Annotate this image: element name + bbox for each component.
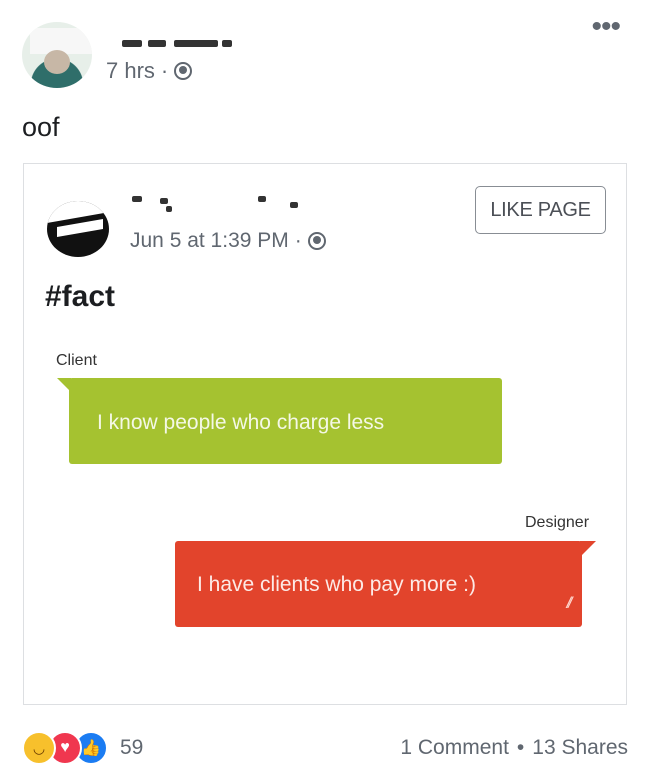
globe-icon (307, 232, 326, 250)
comment-count[interactable]: 1 Comment (400, 736, 509, 760)
designer-label: Designer (525, 514, 590, 531)
meta-separator: · (160, 58, 169, 83)
client-message-bubble: I know people who charge less (57, 378, 502, 464)
post-time[interactable]: 7 hrs (106, 58, 155, 84)
shared-timestamp[interactable]: Jun 5 at 1:39 PM (130, 229, 289, 253)
hashtag-link[interactable]: #fact (45, 280, 115, 314)
globe-icon (174, 62, 193, 80)
more-dots-icon[interactable]: ••• (591, 12, 620, 42)
shared-meta: Jun 5 at 1:39 PM · (130, 229, 326, 253)
poster-avatar[interactable] (22, 22, 92, 88)
separator-dot: • (516, 736, 525, 759)
client-label: Client (56, 352, 97, 369)
page-name-redacted[interactable] (130, 188, 300, 216)
client-message-text: I know people who charge less (97, 411, 385, 434)
poster-name-redacted[interactable] (118, 18, 238, 47)
reactions-summary[interactable]: ◡ ♥ 👍 (22, 731, 108, 765)
post-text: oof (22, 112, 60, 142)
haha-icon: ◡ (22, 731, 56, 765)
meta-separator: · (294, 229, 302, 252)
post-meta: 7 hrs · (106, 58, 193, 84)
page-avatar[interactable] (47, 201, 109, 257)
engagement-counts: 1 Comment • 13 Shares (400, 736, 628, 760)
card-divider (23, 704, 627, 705)
share-count[interactable]: 13 Shares (532, 736, 628, 760)
reaction-count[interactable]: 59 (120, 736, 143, 760)
like-page-button[interactable]: LIKE PAGE (475, 186, 606, 234)
designer-message-bubble: I have clients who pay more :) // (175, 541, 596, 627)
designer-message-text: I have clients who pay more :) (197, 573, 476, 596)
